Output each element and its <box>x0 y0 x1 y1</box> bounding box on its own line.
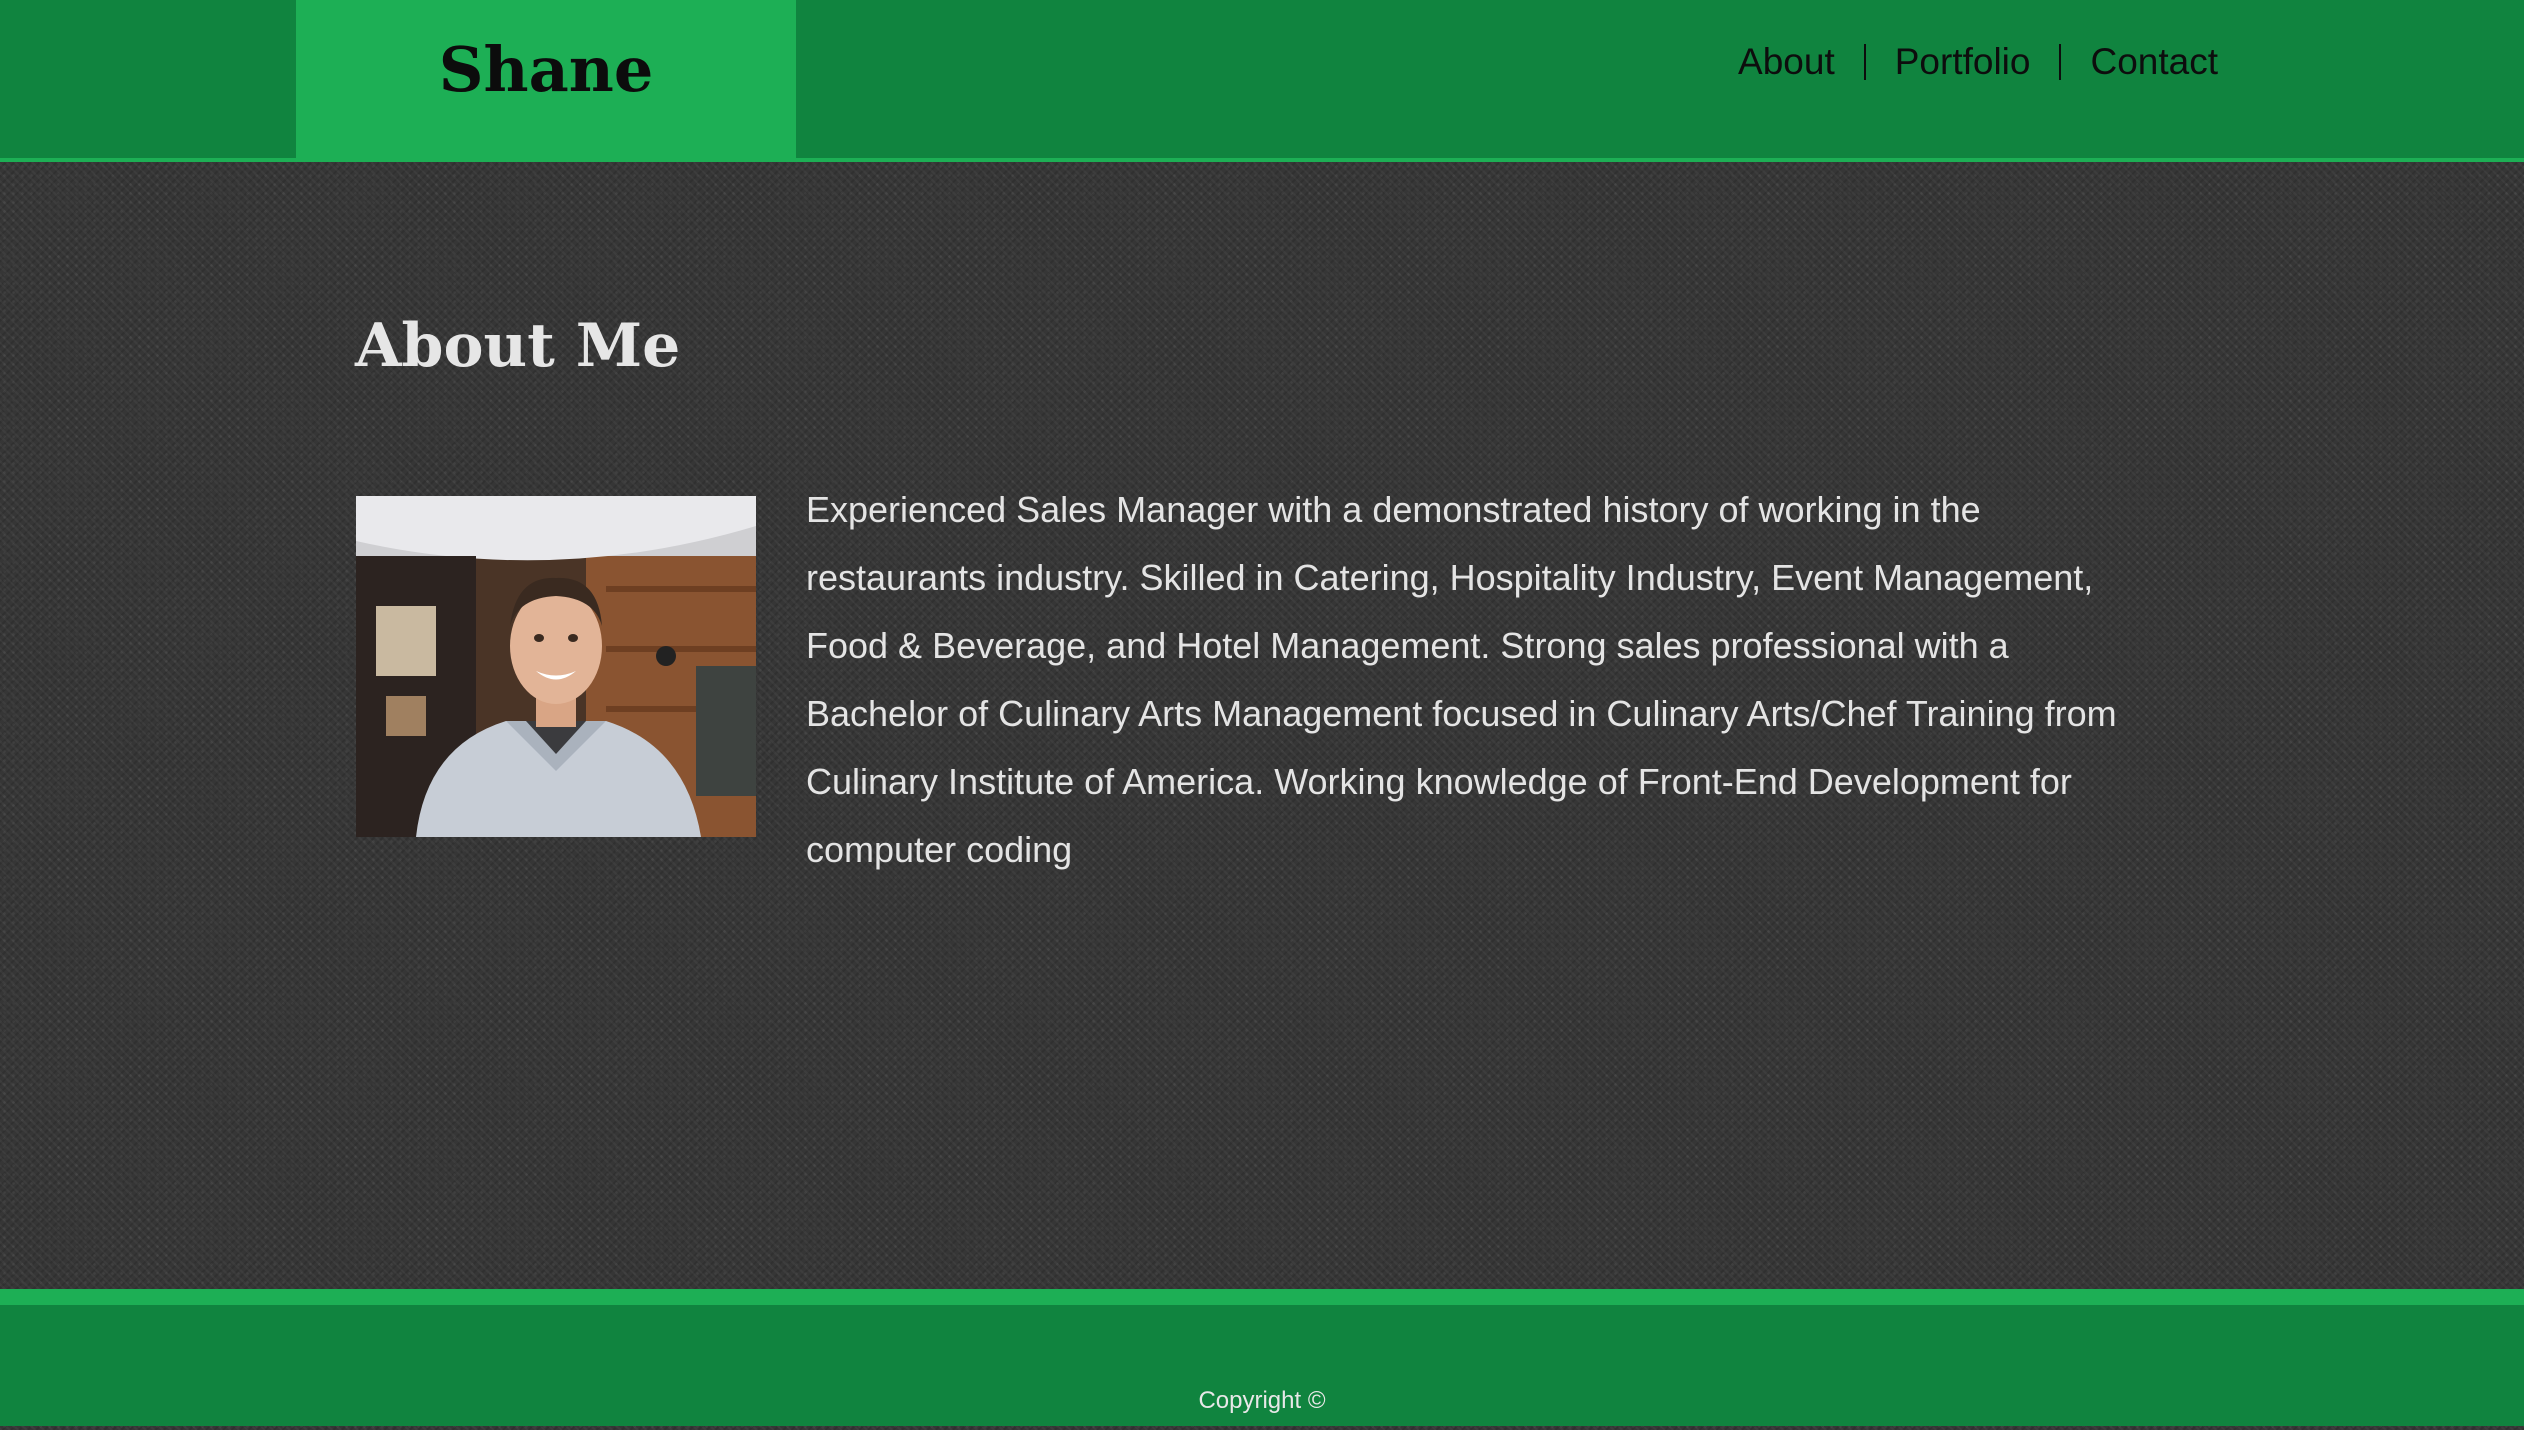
main-nav: About Portfolio Contact <box>1709 34 2218 90</box>
nav-link-portfolio[interactable]: Portfolio <box>1866 34 2060 90</box>
brand-block[interactable]: Shane <box>296 0 796 158</box>
site-header: Shane About Portfolio Contact <box>0 0 2524 162</box>
nav-link-about[interactable]: About <box>1709 34 1864 90</box>
profile-photo <box>356 496 756 837</box>
nav-link-contact[interactable]: Contact <box>2061 34 2218 90</box>
site-footer: Copyright © <box>0 1289 2524 1426</box>
bio-text: Experienced Sales Manager with a demonst… <box>806 489 2117 870</box>
copyright-text: Copyright © <box>1198 1387 1326 1414</box>
brand-name[interactable]: Shane <box>439 33 654 106</box>
page-title: About Me <box>355 311 681 381</box>
